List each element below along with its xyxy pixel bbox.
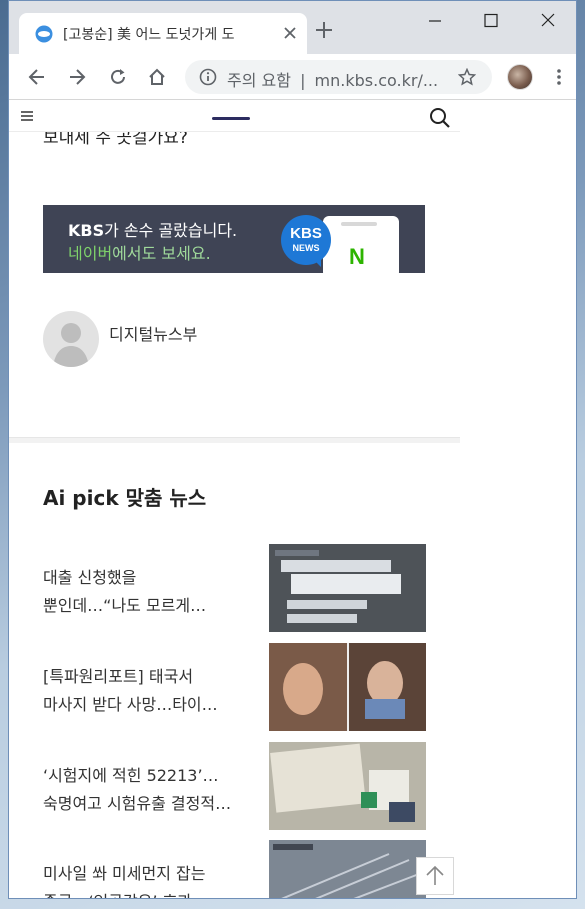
- banner-line1-text: 가 손수 골랐습니다.: [104, 221, 238, 240]
- home-icon[interactable]: [147, 67, 167, 87]
- arrow-up-icon: [426, 865, 444, 885]
- maximize-icon[interactable]: [479, 11, 503, 31]
- close-window-icon[interactable]: [536, 11, 560, 31]
- phone-illustration: N: [323, 216, 399, 273]
- url-separator: |: [300, 71, 306, 90]
- news-thumbnail: [269, 643, 426, 731]
- forward-arrow-icon[interactable]: [67, 67, 87, 87]
- headline-line: 마사지 받다 사망…타이…: [43, 695, 218, 714]
- headline-line: [특파원리포트] 태국서: [43, 667, 194, 686]
- banner-naver-word: 네이버: [68, 244, 113, 263]
- news-headline: 대출 신청했을 뿐인데…“나도 모르게…: [43, 564, 263, 620]
- news-thumbnail: [269, 544, 426, 632]
- address-bar[interactable]: 주의 요함 | mn.kbs.co.kr/...: [185, 60, 492, 94]
- bubble-tail: [311, 257, 321, 267]
- tab-title: [고봉순] 美 어느 도넛가게 도: [63, 27, 235, 43]
- info-icon[interactable]: [199, 68, 217, 86]
- minimize-icon[interactable]: [423, 11, 447, 31]
- news-headline: 미사일 쏴 미세먼지 잡는 중국…‘인공강우’ 효과…: [43, 860, 263, 898]
- new-tab-icon[interactable]: [315, 21, 333, 39]
- news-headline: ‘시험지에 적힌 52213’… 숙명여고 시험유출 결정적…: [43, 762, 263, 818]
- news-thumbnail: [269, 742, 426, 830]
- banner-brand: KBS: [68, 221, 105, 240]
- person-placeholder-icon: [53, 323, 89, 367]
- address-text: 주의 요함 | mn.kbs.co.kr/...: [227, 67, 457, 91]
- url-text: mn.kbs.co.kr/...: [314, 71, 439, 90]
- news-item[interactable]: 대출 신청했을 뿐인데…“나도 모르게…: [43, 544, 426, 632]
- headline-line: 중국…‘인공강우’ 효과…: [43, 888, 263, 898]
- star-icon[interactable]: [458, 68, 476, 86]
- news-bubble-text: NEWS: [292, 243, 320, 253]
- section-title: Ai pick 맞춤 뉴스: [43, 486, 207, 510]
- security-label: 주의 요함: [227, 71, 291, 90]
- blank-area: [460, 101, 576, 898]
- profile-avatar[interactable]: [507, 64, 533, 90]
- headline-line: 숙명여고 시험유출 결정적…: [43, 794, 232, 813]
- kbs-news-bubble: KBS NEWS: [281, 215, 331, 265]
- search-icon[interactable]: [429, 107, 451, 129]
- web-page: 보내세 주 곳걸가요? KBS가 손수 골랐습니다. 네이버에서도 보세요. N: [9, 101, 460, 898]
- browser-window: [고봉순] 美 어느 도넛가게 도 주의 요함 | mn.kbs.co.kr/.…: [8, 0, 577, 899]
- news-item[interactable]: [특파원리포트] 태국서 마사지 받다 사망…타이…: [43, 643, 426, 731]
- naver-promo-banner[interactable]: KBS가 손수 골랐습니다. 네이버에서도 보세요. N KBS NEWS: [43, 205, 425, 273]
- headline-line: ‘시험지에 적힌 52213’…: [43, 766, 219, 785]
- section-divider: [9, 437, 460, 443]
- headline-line: 대출 신청했을: [43, 568, 137, 587]
- news-item[interactable]: ‘시험지에 적힌 52213’… 숙명여고 시험유출 결정적…: [43, 742, 426, 830]
- scroll-to-top-button[interactable]: [416, 857, 454, 895]
- phone-speaker: [341, 222, 377, 226]
- banner-line1: KBS가 손수 골랐습니다.: [68, 217, 237, 241]
- close-tab-icon[interactable]: [282, 25, 298, 41]
- browser-toolbar: 주의 요함 | mn.kbs.co.kr/...: [9, 54, 576, 100]
- more-vertical-icon[interactable]: [549, 67, 569, 87]
- reporter-avatar: [43, 311, 99, 367]
- naver-logo: N: [349, 244, 365, 269]
- reporter-name[interactable]: 디지털뉴스부: [109, 321, 197, 345]
- news-headline: [특파원리포트] 태국서 마사지 받다 사망…타이…: [43, 663, 263, 719]
- banner-line2-text: 에서도 보세요.: [112, 244, 211, 263]
- back-arrow-icon[interactable]: [27, 67, 47, 87]
- kbs-favicon-icon: [35, 25, 53, 43]
- banner-line2: 네이버에서도 보세요.: [68, 240, 211, 264]
- site-header: [9, 101, 460, 132]
- news-thumbnail: [269, 840, 426, 898]
- browser-tab[interactable]: [고봉순] 美 어느 도넛가게 도: [19, 13, 307, 54]
- header-indicator: [212, 117, 250, 120]
- news-item[interactable]: 미사일 쏴 미세먼지 잡는 중국…‘인공강우’ 효과…: [43, 840, 426, 898]
- reload-icon[interactable]: [108, 67, 128, 87]
- headline-line: 뿐인데…“나도 모르게…: [43, 596, 207, 615]
- headline-line: 미사일 쏴 미세먼지 잡는: [43, 864, 206, 883]
- kbs-bubble-text: KBS: [290, 225, 322, 242]
- tab-strip: [고봉순] 美 어느 도넛가게 도: [9, 1, 576, 54]
- hamburger-menu-icon[interactable]: [21, 110, 33, 122]
